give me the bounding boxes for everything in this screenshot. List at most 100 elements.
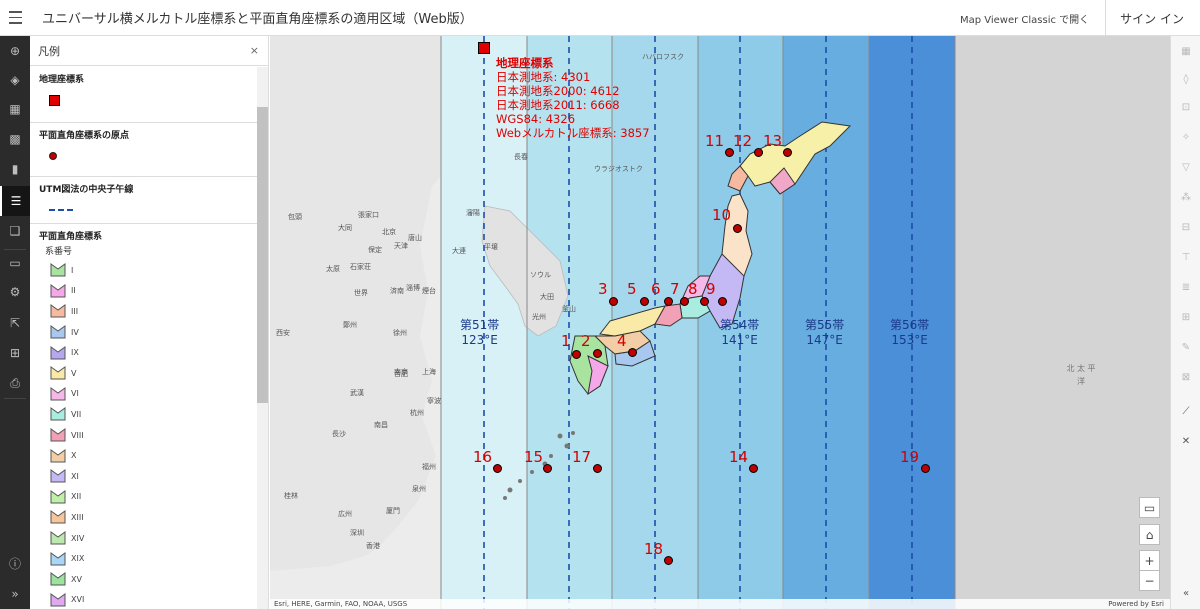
share-icon[interactable]: ⇱ <box>0 308 30 338</box>
origin-marker-9[interactable] <box>718 297 727 306</box>
legend-item: V <box>39 363 250 384</box>
charts-icon[interactable]: ▮ <box>0 154 30 184</box>
collapse-icon[interactable]: « <box>1179 586 1193 600</box>
origin-marker-16[interactable] <box>493 464 502 473</box>
legend-item: XI <box>39 466 250 487</box>
legend-item-label: XIX <box>71 554 85 564</box>
legend-list[interactable]: 地理座標系 平面直角座標系の原点 UTM図法の中央子午線 平面直角座標系 系番号… <box>30 67 258 609</box>
origin-marker-13[interactable] <box>783 148 792 157</box>
origin-marker-18[interactable] <box>664 556 673 565</box>
city-label: 徐州 <box>393 329 407 337</box>
forms-icon[interactable]: ⊞ <box>1179 310 1193 324</box>
print-icon[interactable]: ⎙ <box>0 368 30 398</box>
city-label: 桂林 <box>284 492 298 500</box>
legend-icon[interactable]: ☰ <box>0 186 30 216</box>
expand-icon[interactable]: » <box>0 579 30 609</box>
polygon-swatch-icon <box>50 510 66 524</box>
origin-marker-17[interactable] <box>593 464 602 473</box>
labels-icon[interactable]: ⊤ <box>1179 250 1193 264</box>
screen-icon[interactable]: ▭ <box>1139 497 1160 518</box>
origin-marker-11[interactable] <box>725 148 734 157</box>
origin-marker-1[interactable] <box>572 350 581 359</box>
sketch-icon[interactable]: ✎ <box>1179 340 1193 354</box>
sign-in-button[interactable]: サイン イン <box>1106 10 1200 27</box>
settings-bar: ▦ ◊ ⊡ ✧ ▽ ⁂ ⊟ ⊤ ≣ ⊞ ✎ ⊠ ⟋ ✕ « <box>1170 36 1200 609</box>
origin-marker-10[interactable] <box>733 224 742 233</box>
basemap-icon[interactable]: ▩ <box>0 124 30 154</box>
legend-section-title: 平面直角座標系 <box>39 232 103 242</box>
cluster-icon[interactable]: ⁂ <box>1179 190 1193 204</box>
origin-marker-5[interactable] <box>640 297 649 306</box>
origin-marker-12[interactable] <box>754 148 763 157</box>
dashed-line-symbol <box>49 209 73 211</box>
origin-marker-3[interactable] <box>609 297 618 306</box>
origin-marker-6[interactable] <box>664 297 673 306</box>
legend-item: IV <box>39 322 250 343</box>
pop-up-icon[interactable]: ⊟ <box>1179 220 1193 234</box>
map-properties-icon[interactable]: ▭ <box>0 248 30 278</box>
map-view[interactable]: 第51帯 123°E 第54帯 141°E 第55帯 147°E 第56帯 153°E … <box>270 36 1170 609</box>
city-label: 泉州 <box>412 485 426 493</box>
legend-item: XIV <box>39 528 250 549</box>
legend-item-label: VIII <box>71 430 84 440</box>
add-layer-icon[interactable]: ⊕ <box>0 36 30 66</box>
origin-marker-19[interactable] <box>921 464 930 473</box>
polygon-swatch-icon <box>50 428 66 442</box>
properties-icon[interactable]: ▦ <box>1179 44 1193 58</box>
zoom-in-button[interactable]: + <box>1139 550 1160 571</box>
legend-item: IX <box>39 342 250 363</box>
origin-marker-4[interactable] <box>628 348 637 357</box>
layers-icon[interactable]: ◈ <box>0 65 30 95</box>
tools-icon[interactable]: ✕ <box>1179 434 1193 448</box>
polygon-swatch-icon <box>50 304 66 318</box>
settings-icon[interactable]: ⚙ <box>0 277 30 307</box>
origin-number-9: 9 <box>706 280 716 298</box>
powered-by-esri[interactable]: Powered by Esri <box>1108 599 1164 609</box>
city-label: 石家荘 <box>350 263 371 271</box>
open-map-viewer-classic-link[interactable]: Map Viewer Classic で開く <box>944 11 1105 26</box>
fields-icon[interactable]: ≣ <box>1179 280 1193 294</box>
zone-label-54: 第54帯 141°E <box>720 318 760 347</box>
origin-number-5: 5 <box>627 280 637 298</box>
attribution-text: Esri, HERE, Garmin, FAO, NOAA, USGS <box>274 600 408 608</box>
apps-icon[interactable]: ⊞ <box>0 338 30 368</box>
origin-marker-8[interactable] <box>700 297 709 306</box>
origin-marker-14[interactable] <box>749 464 758 473</box>
zone-label-55: 第55帯 147°E <box>805 318 845 347</box>
polygon-swatch-icon <box>50 489 66 504</box>
filter-icon[interactable]: ⊡ <box>1179 100 1193 114</box>
origin-number-12: 12 <box>733 132 753 150</box>
info-icon[interactable]: ⓘ <box>0 548 30 578</box>
polygon-swatch-icon <box>50 572 66 586</box>
polygon-swatch-icon <box>50 263 66 277</box>
measure-icon[interactable]: ⟋ <box>1179 404 1193 418</box>
legend-panel-title: 凡例 <box>38 44 60 58</box>
origin-marker-15[interactable] <box>543 464 552 473</box>
origin-marker-7[interactable] <box>680 297 689 306</box>
city-label: 杭州 <box>410 409 424 417</box>
close-icon[interactable]: × <box>250 44 259 57</box>
table-icon[interactable]: ▦ <box>0 94 30 124</box>
menu-icon[interactable] <box>0 0 30 36</box>
origin-marker-2[interactable] <box>593 349 602 358</box>
legend-item-label: III <box>71 306 79 316</box>
origin-number-7: 7 <box>670 280 680 298</box>
zoom-out-button[interactable]: − <box>1139 570 1160 591</box>
geographic-cs-marker[interactable] <box>478 42 490 54</box>
bookmarks-icon[interactable]: ❑ <box>0 216 30 246</box>
city-label: 鄭州 <box>343 321 357 329</box>
origin-number-6: 6 <box>651 280 661 298</box>
city-label: 寧波 <box>427 397 441 405</box>
legend-item: XIX <box>39 548 250 569</box>
polygon-swatch-icon <box>50 345 66 360</box>
effects-icon[interactable]: ✧ <box>1179 130 1193 144</box>
funnel-icon[interactable]: ▽ <box>1179 160 1193 174</box>
chart-icon[interactable]: ⊠ <box>1179 370 1193 384</box>
legend-scrollbar-thumb[interactable] <box>257 107 268 403</box>
styles-icon[interactable]: ◊ <box>1179 72 1193 86</box>
home-icon[interactable]: ⌂ <box>1139 524 1160 545</box>
legend-scrollbar[interactable] <box>257 67 268 609</box>
polygon-swatch-icon <box>50 325 66 339</box>
action-bar-divider <box>4 398 26 399</box>
legend-section-planar: 平面直角座標系 系番号 I II III IV IX V VI VII VIII X XI XII XI… <box>30 224 258 609</box>
